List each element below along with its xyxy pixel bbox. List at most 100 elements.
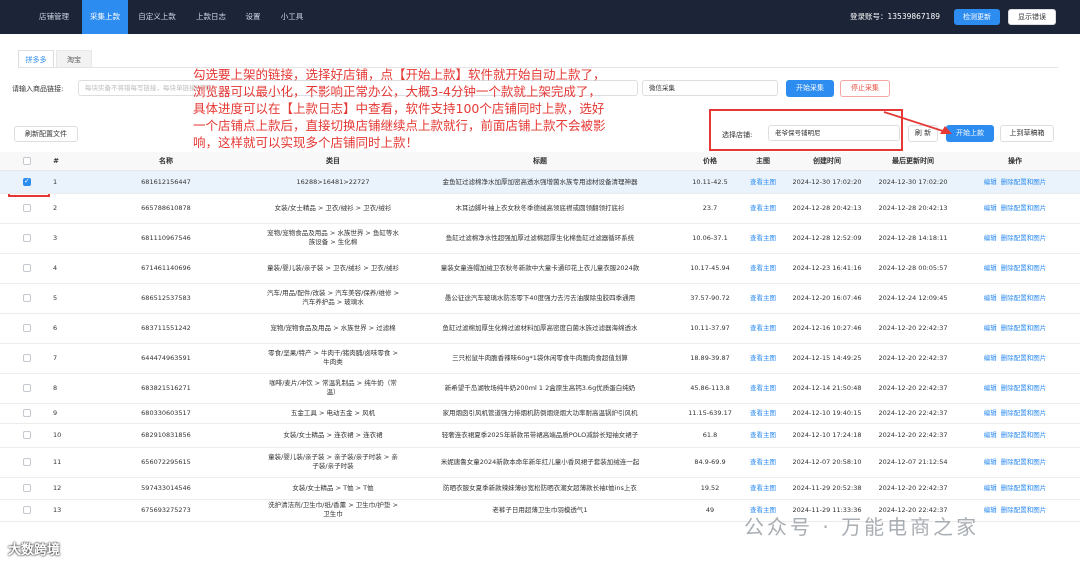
edit-link[interactable]: 编辑 [984, 204, 997, 213]
view-main-image-link[interactable]: 查看主图 [750, 264, 776, 273]
edit-link[interactable]: 编辑 [984, 264, 997, 273]
row-checkbox[interactable] [23, 506, 31, 514]
row-checkbox[interactable] [23, 177, 31, 186]
cell-updated: 2024-12-24 12:09:45 [878, 293, 948, 302]
cell-updated: 2024-12-20 22:42:37 [878, 408, 948, 417]
nav-tools[interactable]: 小工具 [270, 0, 314, 34]
cell-name: 597433014546 [141, 483, 191, 492]
cell-name: 683711551242 [141, 323, 191, 332]
delete-config-link[interactable]: 删除配置和图片 [1001, 431, 1047, 440]
delete-config-link[interactable]: 删除配置和图片 [1001, 354, 1047, 363]
nav-upload-log[interactable]: 上款日志 [186, 0, 236, 34]
cell-title: 米妮唐鲁女童2024新款本命年新年红儿童小香风裙子套装加绒连一起 [440, 457, 640, 466]
cell-price: 23.7 [702, 203, 718, 212]
refresh-config-button[interactable]: 刷新配置文件 [14, 126, 78, 142]
cell-cat: 女装/女士精品 > 连衣裙 > 连衣裙 [283, 430, 383, 439]
wechat-collect-select[interactable]: 微信采集 [642, 80, 778, 96]
cell-name: 665788610878 [141, 203, 191, 212]
select-all-checkbox[interactable] [20, 152, 34, 170]
edit-link[interactable]: 编辑 [984, 484, 997, 493]
row-checkbox[interactable] [23, 409, 31, 417]
edit-link[interactable]: 编辑 [984, 324, 997, 333]
col-main-image: 主图 [756, 157, 770, 165]
view-main-image-link[interactable]: 查看主图 [750, 484, 776, 493]
edit-link[interactable]: 编辑 [984, 178, 997, 187]
delete-config-link[interactable]: 删除配置和图片 [1001, 324, 1047, 333]
delete-config-link[interactable]: 删除配置和图片 [1001, 294, 1047, 303]
view-main-image-link[interactable]: 查看主图 [750, 294, 776, 303]
cell-main-image: 查看主图 [740, 373, 786, 403]
row-checkbox[interactable] [23, 431, 31, 439]
upload-draft-button[interactable]: 上到草稿箱 [1000, 125, 1054, 142]
table-row: 12 597433014546 女装/女士精品 > T恤 > T恤 防晒衣服女夏季新款… [0, 477, 1080, 500]
delete-config-link[interactable]: 删除配置和图片 [1001, 178, 1047, 187]
cell-updated: 2024-12-20 22:42:37 [878, 383, 948, 392]
row-checkbox[interactable] [23, 384, 31, 392]
cell-idx: 7 [53, 353, 58, 362]
row-checkbox[interactable] [23, 324, 31, 332]
store-highlight-box [709, 109, 903, 151]
delete-config-link[interactable]: 删除配置和图片 [1001, 264, 1047, 273]
edit-link[interactable]: 编辑 [984, 294, 997, 303]
row-checkbox[interactable] [23, 234, 31, 242]
cell-actions: 编辑 删除配置和图片 [958, 283, 1072, 313]
check-update-button[interactable]: 检测更新 [954, 9, 1000, 25]
edit-link[interactable]: 编辑 [984, 431, 997, 440]
delete-config-link[interactable]: 删除配置和图片 [1001, 409, 1047, 418]
cell-price: 49 [705, 505, 715, 514]
row-checkbox[interactable] [23, 204, 31, 212]
delete-config-link[interactable]: 删除配置和图片 [1001, 484, 1047, 493]
cell-price: 45.86-113.8 [690, 383, 730, 392]
cell-idx: 3 [53, 233, 58, 242]
nav-custom-upload[interactable]: 自定义上款 [128, 0, 186, 34]
cell-title: 金鱼缸过滤棉净水加厚加密高透水强增菌水族专用滤材设备清理神器 [442, 177, 638, 186]
view-main-image-link[interactable]: 查看主图 [750, 234, 776, 243]
view-main-image-link[interactable]: 查看主图 [750, 431, 776, 440]
row-checkbox[interactable] [23, 354, 31, 362]
cell-cat: 女装/女士精品 > T恤 > T恤 [292, 483, 374, 492]
cell-idx: 12 [53, 483, 62, 492]
delete-config-link[interactable]: 删除配置和图片 [1001, 506, 1047, 515]
cell-price: 18.89-39.87 [690, 353, 730, 362]
cell-actions: 编辑 删除配置和图片 [958, 477, 1072, 499]
edit-link[interactable]: 编辑 [984, 409, 997, 418]
cell-checkbox [18, 373, 36, 403]
edit-link[interactable]: 编辑 [984, 458, 997, 467]
tab-taobao[interactable]: 淘宝 [56, 50, 92, 68]
edit-link[interactable]: 编辑 [984, 354, 997, 363]
view-main-image-link[interactable]: 查看主图 [750, 178, 776, 187]
delete-config-link[interactable]: 删除配置和图片 [1001, 458, 1047, 467]
edit-link[interactable]: 编辑 [984, 506, 997, 515]
stop-collect-button[interactable]: 停止采集 [840, 80, 890, 97]
show-error-button[interactable]: 显示错误 [1008, 9, 1056, 25]
row-checkbox[interactable] [23, 484, 31, 492]
delete-config-link[interactable]: 删除配置和图片 [1001, 384, 1047, 393]
row-checkbox[interactable] [23, 264, 31, 272]
cell-created: 2024-12-30 17:02:20 [792, 177, 862, 186]
nav-collect-upload[interactable]: 采集上款 [82, 0, 128, 34]
view-main-image-link[interactable]: 查看主图 [750, 384, 776, 393]
edit-link[interactable]: 编辑 [984, 384, 997, 393]
cell-created: 2024-12-28 20:42:13 [792, 203, 862, 212]
delete-config-link[interactable]: 删除配置和图片 [1001, 204, 1047, 213]
table-row: 2 665788610878 女装/女士精品 > 卫衣/绒衫 > 卫衣/绒衫 木耳边脚… [0, 193, 1080, 224]
cell-name: 671461140696 [141, 263, 191, 272]
col-created[interactable]: 创建时间 [786, 152, 868, 170]
view-main-image-link[interactable]: 查看主图 [750, 458, 776, 467]
view-main-image-link[interactable]: 查看主图 [750, 204, 776, 213]
row-checkbox[interactable] [23, 294, 31, 302]
view-main-image-link[interactable]: 查看主图 [750, 354, 776, 363]
cell-main-image: 查看主图 [740, 313, 786, 343]
edit-link[interactable]: 编辑 [984, 234, 997, 243]
nav-store-manage[interactable]: 店铺管理 [26, 0, 82, 34]
table-row: 3 681110967546 宠物/宠物食品及用品 > 水族世界 > 鱼缸等水族设备… [0, 223, 1080, 254]
nav-settings[interactable]: 设置 [236, 0, 270, 34]
cell-idx: 11 [53, 457, 62, 466]
start-collect-button[interactable]: 开始采集 [786, 80, 834, 97]
view-main-image-link[interactable]: 查看主图 [750, 409, 776, 418]
view-main-image-link[interactable]: 查看主图 [750, 324, 776, 333]
tab-pinduoduo[interactable]: 拼多多 [18, 50, 54, 68]
col-updated[interactable]: 最后更新时间 [868, 152, 958, 170]
row-checkbox[interactable] [23, 458, 31, 466]
delete-config-link[interactable]: 删除配置和图片 [1001, 234, 1047, 243]
